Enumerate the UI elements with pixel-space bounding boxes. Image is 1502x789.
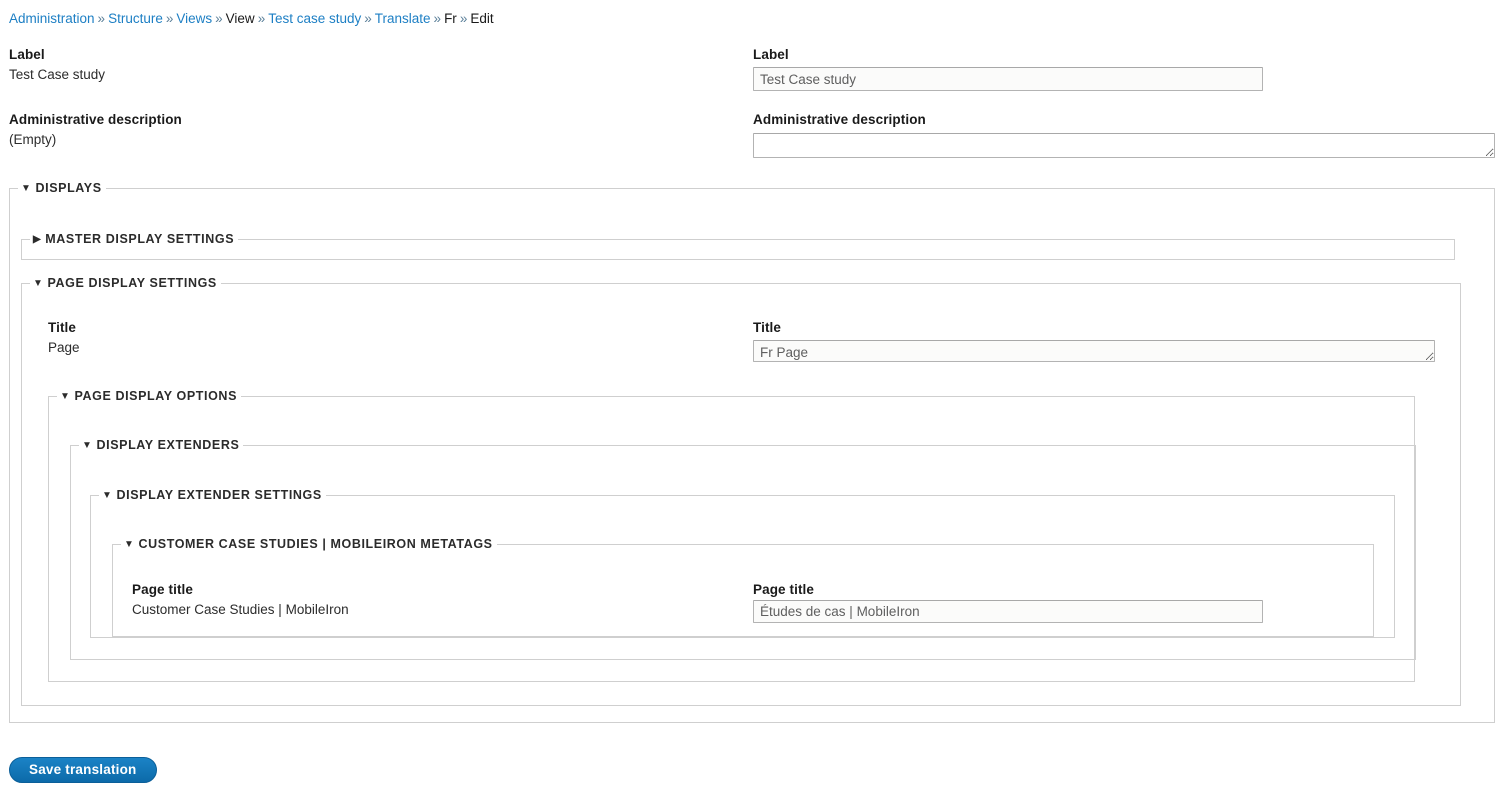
fieldset-page-display-options-legend[interactable]: ▼ Page display options: [57, 389, 242, 403]
breadcrumb-separator: »: [257, 11, 266, 26]
fieldset-master-display-settings-legend[interactable]: ▶ Master display settings: [30, 232, 239, 246]
admin-description-translation-heading: Administrative description: [753, 112, 926, 127]
triangle-down-icon: ▼: [102, 490, 113, 501]
fieldset-display-extender-settings-legend-text: Display extender settings: [116, 488, 322, 502]
admin-description-translation-group: Administrative description: [753, 111, 926, 128]
title-translation-textarea[interactable]: Fr Page: [753, 340, 1435, 362]
fieldset-displays-legend-text: Displays: [35, 181, 102, 195]
translation-edit-page: Administration» Structure» Views» View» Test…: [0, 0, 1502, 789]
breadcrumb-link-views[interactable]: Views: [176, 11, 212, 26]
title-translation-group: Title: [753, 319, 781, 336]
title-source-heading: Title: [48, 320, 77, 335]
triangle-down-icon: ▼: [21, 183, 32, 194]
fieldset-master-display-settings[interactable]: ▶ Master display settings: [21, 232, 1455, 260]
fieldset-display-extender-settings-legend[interactable]: ▼ Display extender settings: [99, 488, 326, 502]
fieldset-metatags-legend[interactable]: ▼ Customer Case Studies | MobileIron meta…: [121, 537, 497, 551]
breadcrumb-separator: »: [215, 11, 223, 26]
page-title-translation-group: Page title: [753, 581, 814, 598]
fieldset-metatags-legend-text: Customer Case Studies | MobileIron metat…: [138, 537, 493, 551]
label-translation-group: Label: [753, 46, 789, 63]
triangle-down-icon: ▼: [33, 278, 44, 289]
fieldset-displays-legend[interactable]: ▼ Displays: [18, 181, 106, 195]
label-source-value: Test Case study: [9, 67, 106, 82]
breadcrumb: Administration» Structure» Views» View» Test…: [0, 0, 1502, 27]
breadcrumb-link-translate[interactable]: Translate: [375, 11, 431, 26]
label-source-group: Label Test Case study: [9, 46, 105, 84]
page-title-source-heading: Page title: [132, 582, 194, 597]
breadcrumb-separator: »: [433, 11, 442, 26]
triangle-down-icon: ▼: [60, 391, 71, 402]
breadcrumb-item-edit: Edit: [470, 11, 494, 26]
breadcrumb-link-test-case-study[interactable]: Test case study: [268, 11, 361, 26]
breadcrumb-item-fr: Fr: [444, 11, 457, 26]
fieldset-page-display-options-legend-text: Page display options: [74, 389, 238, 403]
breadcrumb-separator: »: [165, 11, 174, 26]
admin-description-source-group: Administrative description (Empty): [9, 111, 182, 149]
triangle-down-icon: ▼: [124, 539, 135, 550]
page-title-source-value: Customer Case Studies | MobileIron: [132, 602, 349, 617]
breadcrumb-separator: »: [97, 11, 106, 26]
title-source-group: Title Page: [48, 319, 80, 357]
triangle-right-icon: ▶: [33, 234, 42, 245]
label-translation-heading: Label: [753, 47, 789, 62]
fieldset-master-display-settings-legend-text: Master display settings: [45, 232, 235, 246]
fieldset-page-display-settings-legend-text: Page display settings: [47, 276, 217, 290]
title-source-value: Page: [48, 340, 80, 355]
page-title-translation-heading: Page title: [753, 582, 815, 597]
triangle-down-icon: ▼: [82, 440, 93, 451]
admin-description-source-heading: Administrative description: [9, 112, 182, 127]
page-title-source-group: Page title Customer Case Studies | Mobil…: [132, 581, 349, 619]
admin-description-translation-textarea[interactable]: [753, 133, 1495, 158]
label-source-heading: Label: [9, 47, 45, 62]
save-translation-button[interactable]: Save translation: [9, 757, 157, 783]
page-title-translation-input[interactable]: [753, 600, 1263, 623]
breadcrumb-separator: »: [459, 11, 468, 26]
breadcrumb-separator: »: [364, 11, 372, 26]
fieldset-page-display-settings-legend[interactable]: ▼ Page display settings: [30, 276, 221, 290]
title-translation-heading: Title: [753, 320, 782, 335]
breadcrumb-link-administration[interactable]: Administration: [9, 11, 95, 26]
label-translation-input[interactable]: [753, 67, 1263, 91]
breadcrumb-link-structure[interactable]: Structure: [108, 11, 163, 26]
admin-description-source-value: (Empty): [9, 132, 57, 147]
fieldset-display-extenders-legend[interactable]: ▼ Display extenders: [79, 438, 244, 452]
fieldset-display-extenders-legend-text: Display extenders: [96, 438, 240, 452]
breadcrumb-item-view: View: [225, 11, 255, 26]
